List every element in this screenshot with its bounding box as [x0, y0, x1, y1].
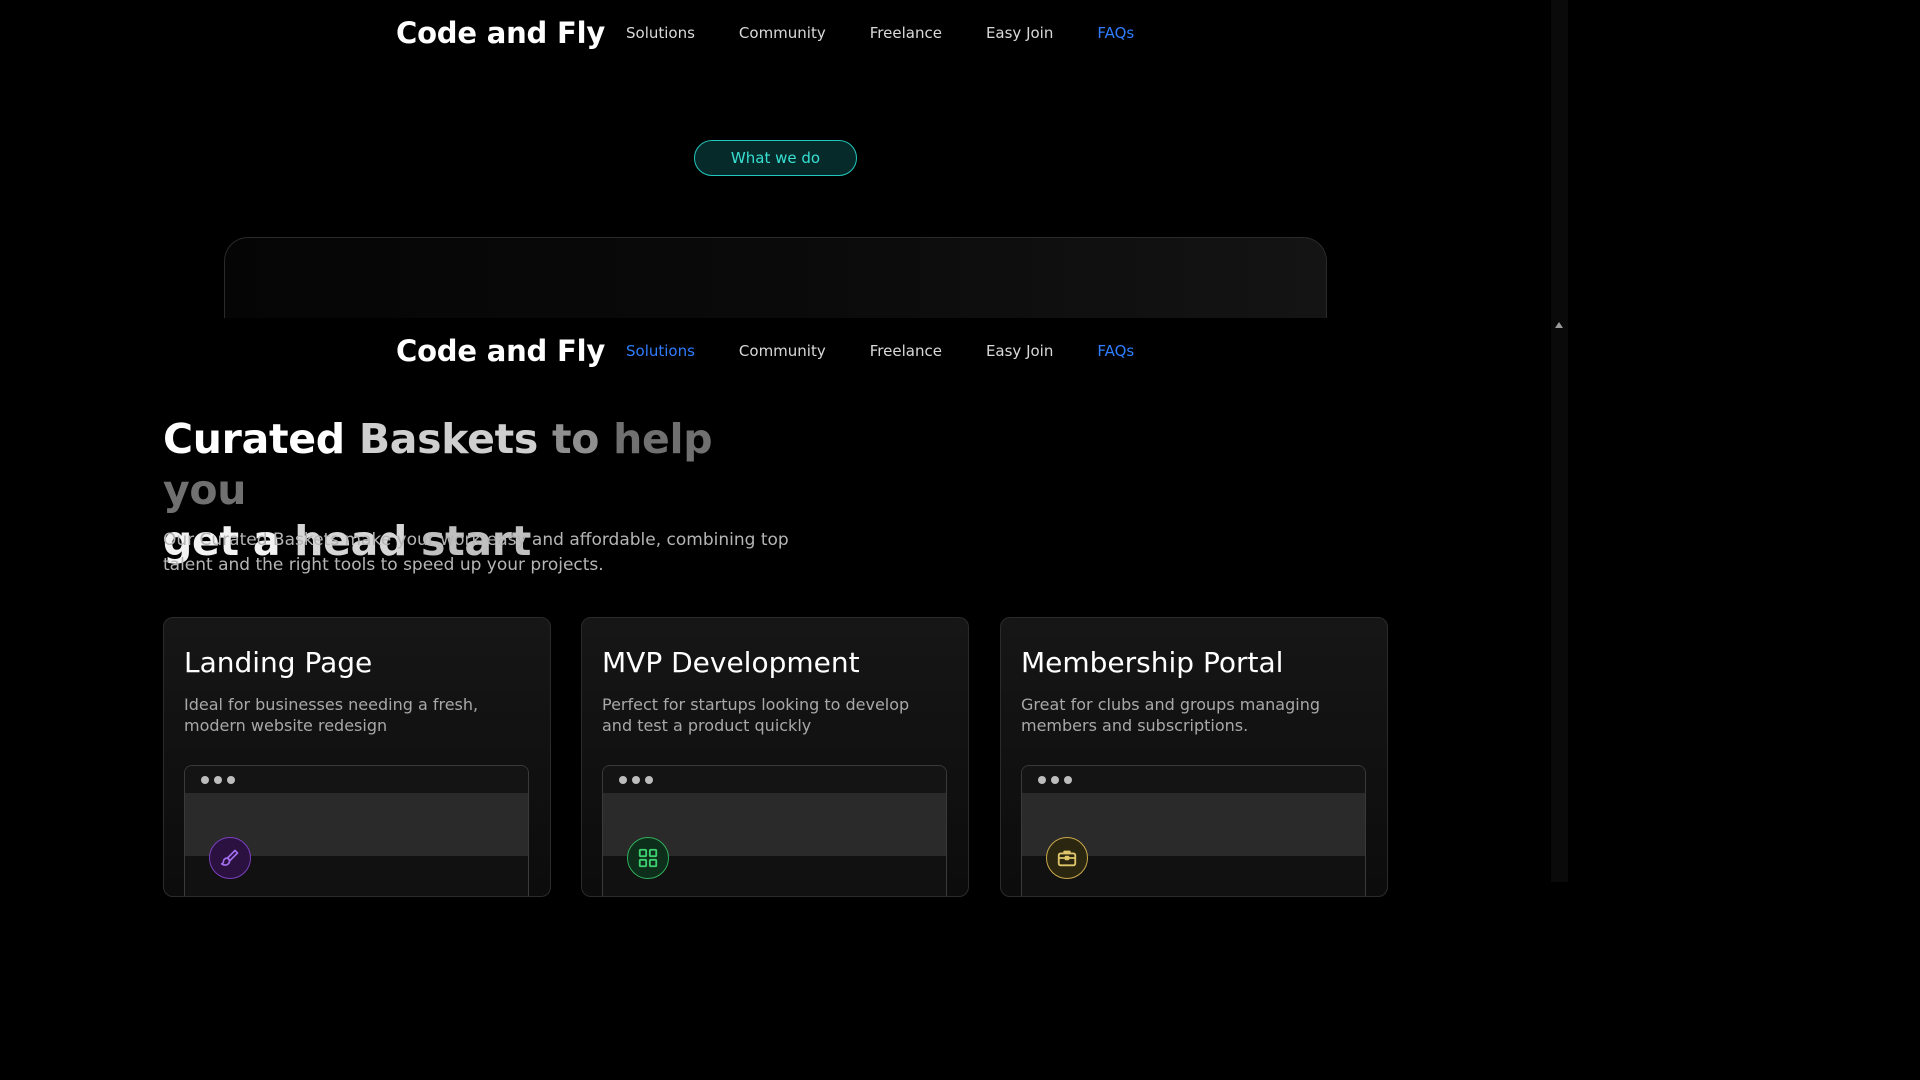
browser-bar — [185, 766, 528, 793]
nav-link-community[interactable]: Community — [739, 24, 826, 42]
card-mvp-development[interactable]: MVP Development Perfect for startups loo… — [581, 617, 969, 897]
briefcase-icon — [1046, 837, 1088, 879]
card-membership-portal[interactable]: Membership Portal Great for clubs and gr… — [1000, 617, 1388, 897]
browser-mockup — [602, 765, 947, 896]
window-dot — [214, 776, 222, 784]
brand-logo[interactable]: Code and Fly — [396, 16, 605, 50]
hero-frame — [224, 237, 1327, 318]
window-dot — [227, 776, 235, 784]
scroll-up-arrow-icon[interactable] — [1555, 322, 1563, 328]
sticky-navbar: Code and Fly Solutions Community Freelan… — [0, 318, 1551, 384]
nav-link-faqs[interactable]: FAQs — [1097, 24, 1134, 42]
paint-brush-icon — [209, 837, 251, 879]
brand-logo-sticky[interactable]: Code and Fly — [396, 334, 605, 368]
window-dot — [1051, 776, 1059, 784]
window-dot — [645, 776, 653, 784]
nav-links: Solutions Community Freelance Easy Join … — [626, 24, 1134, 42]
card-description: Ideal for businesses needing a fresh, mo… — [184, 695, 479, 735]
card-description: Great for clubs and groups managing memb… — [1021, 695, 1320, 735]
card-description: Perfect for startups looking to develop … — [602, 695, 910, 735]
nav-link-solutions[interactable]: Solutions — [626, 342, 695, 360]
nav-link-community[interactable]: Community — [739, 342, 826, 360]
nav-link-freelance[interactable]: Freelance — [870, 24, 942, 42]
nav-link-freelance[interactable]: Freelance — [870, 342, 942, 360]
card-title: Membership Portal — [1021, 646, 1284, 679]
window-dot — [1038, 776, 1046, 784]
browser-bar — [1022, 766, 1365, 793]
card-title: MVP Development — [602, 646, 860, 679]
window-dot — [619, 776, 627, 784]
browser-mockup — [184, 765, 529, 896]
browser-bar — [603, 766, 946, 793]
what-we-do-button[interactable]: What we do — [694, 140, 857, 176]
section-description: Our Curated Baskets make your work easy … — [163, 530, 789, 575]
card-title: Landing Page — [184, 646, 373, 679]
nav-links-sticky: Solutions Community Freelance Easy Join … — [626, 342, 1134, 360]
browser-mockup — [1021, 765, 1366, 896]
top-navbar: Code and Fly Solutions Community Freelan… — [0, 0, 1551, 66]
nav-link-easy-join[interactable]: Easy Join — [986, 24, 1053, 42]
window-dot — [632, 776, 640, 784]
scrollbar[interactable] — [1551, 0, 1568, 882]
window-dot — [201, 776, 209, 784]
window-dot — [1064, 776, 1072, 784]
nav-link-solutions[interactable]: Solutions — [626, 24, 695, 42]
card-landing-page[interactable]: Landing Page Ideal for businesses needin… — [163, 617, 551, 897]
grid-icon — [627, 837, 669, 879]
nav-link-easy-join[interactable]: Easy Join — [986, 342, 1053, 360]
nav-link-faqs[interactable]: FAQs — [1097, 342, 1134, 360]
